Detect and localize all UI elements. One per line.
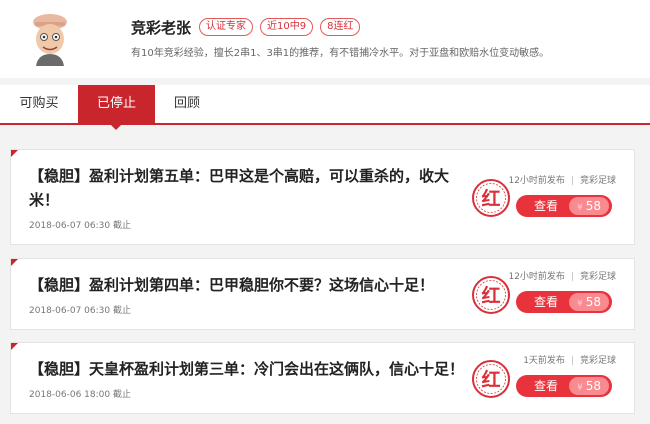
- view-button[interactable]: 查看 ¥58: [516, 291, 612, 313]
- view-button[interactable]: 查看 ¥58: [516, 195, 612, 217]
- view-button[interactable]: 查看 ¥58: [516, 375, 612, 397]
- stamp-char: 红: [481, 284, 500, 307]
- tab-purchasable[interactable]: 可购买: [0, 85, 78, 123]
- view-label: 查看: [534, 379, 559, 393]
- view-label: 查看: [534, 295, 559, 309]
- plan-deadline: 2018-06-06 18:00 截止: [29, 390, 131, 400]
- badge-recent-record: 近10中9: [260, 18, 314, 36]
- badge-win-streak: 8连红: [320, 18, 361, 36]
- price-tag: ¥58: [569, 377, 609, 395]
- plan-title[interactable]: 【稳胆】盈利计划第五单：巴甲这是个高赔，可以重杀的，收大米！: [29, 164, 469, 212]
- tab-bar: 可购买 已停止 回顾: [0, 85, 650, 125]
- plan-meta: 12小时前发布 | 竞彩足球: [508, 272, 616, 282]
- red-stamp-icon: 红: [472, 360, 510, 398]
- posted-time: 1天前发布: [523, 356, 565, 366]
- corner-marker: [11, 343, 18, 350]
- badge-group: 认证专家 近10中9 8连红: [199, 18, 361, 36]
- tab-stopped[interactable]: 已停止: [78, 85, 155, 123]
- corner-marker: [11, 150, 18, 157]
- price-value: 58: [585, 379, 601, 393]
- expert-description: 有10年竞彩经验，擅长2串1、3串1的推荐，有不错捕冷水平。对于亚盘和欧赔水位变…: [131, 48, 550, 59]
- currency-icon: ¥: [576, 299, 583, 309]
- badge-certified: 认证专家: [199, 18, 253, 36]
- price-tag: ¥58: [569, 197, 609, 215]
- plan-card[interactable]: 【稳胆】天皇杯盈利计划第三单：冷门会出在这俩队，信心十足！ 2018-06-06…: [10, 342, 635, 414]
- corner-marker: [11, 259, 18, 266]
- stamp-char: 红: [481, 187, 500, 210]
- plan-card[interactable]: 【稳胆】盈利计划第五单：巴甲这是个高赔，可以重杀的，收大米！ 2018-06-0…: [10, 149, 635, 245]
- price-tag: ¥58: [569, 293, 609, 311]
- avatar[interactable]: [28, 12, 72, 66]
- plan-card[interactable]: 【稳胆】盈利计划第四单：巴甲稳胆你不要？这场信心十足！ 2018-06-07 0…: [10, 258, 635, 330]
- stamp-char: 红: [481, 368, 500, 391]
- plan-title[interactable]: 【稳胆】天皇杯盈利计划第三单：冷门会出在这俩队，信心十足！: [29, 357, 499, 381]
- red-stamp-icon: 红: [472, 179, 510, 217]
- red-stamp-icon: 红: [472, 276, 510, 314]
- currency-icon: ¥: [576, 203, 583, 213]
- plan-category: 竞彩足球: [579, 356, 616, 366]
- expert-header: 竞彩老张 认证专家 近10中9 8连红 有10年竞彩经验，擅长2串1、3串1的推…: [0, 0, 650, 78]
- expert-name: 竞彩老张: [131, 19, 192, 37]
- plan-category: 竞彩足球: [579, 272, 616, 282]
- plan-deadline: 2018-06-07 06:30 截止: [29, 306, 131, 316]
- price-value: 58: [585, 199, 601, 213]
- currency-icon: ¥: [576, 383, 583, 393]
- plan-deadline: 2018-06-07 06:30 截止: [29, 221, 131, 231]
- plan-title[interactable]: 【稳胆】盈利计划第四单：巴甲稳胆你不要？这场信心十足！: [29, 273, 469, 297]
- posted-time: 12小时前发布: [508, 272, 565, 282]
- plan-category: 竞彩足球: [579, 176, 616, 186]
- tab-review[interactable]: 回顾: [155, 85, 219, 123]
- posted-time: 12小时前发布: [508, 176, 565, 186]
- price-value: 58: [585, 295, 601, 309]
- plan-meta: 1天前发布 | 竞彩足球: [523, 356, 616, 366]
- plan-meta: 12小时前发布 | 竞彩足球: [508, 176, 616, 186]
- active-tab-indicator: [109, 123, 123, 130]
- view-label: 查看: [534, 199, 559, 213]
